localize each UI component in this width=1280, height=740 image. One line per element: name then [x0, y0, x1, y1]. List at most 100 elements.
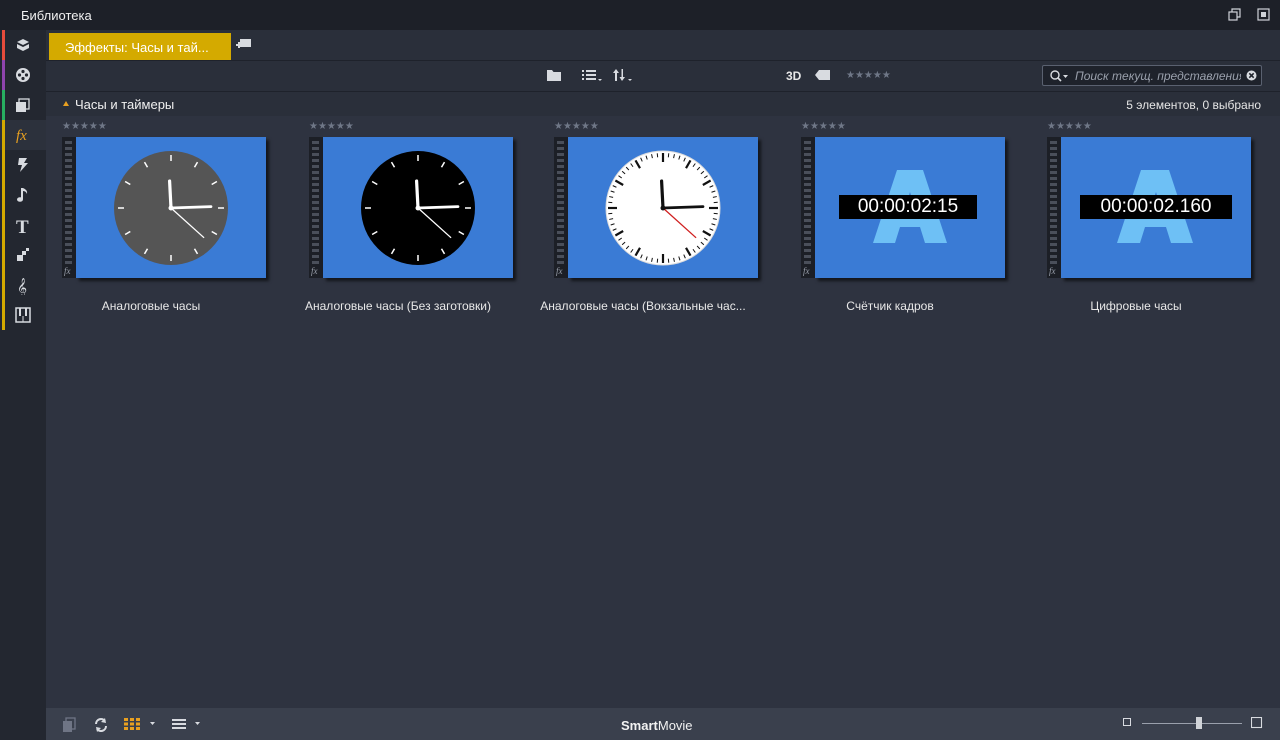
item-rating[interactable]: ★★★★★ — [62, 122, 107, 132]
item-thumbnail[interactable]: fx — [309, 137, 513, 280]
film-perforation — [804, 171, 811, 174]
fx-icon: fx — [1049, 266, 1056, 276]
film-perforation — [312, 219, 319, 222]
thumbnail-preview — [76, 137, 266, 278]
film-perforation — [1050, 255, 1057, 258]
grid-view-icon[interactable] — [124, 718, 156, 730]
library-item-frame-counter[interactable]: ★★★★★ fx 00:00:02:15 Счётчик кадров — [785, 122, 1005, 313]
sort-icon[interactable] — [612, 68, 634, 82]
tab-effects-clocks[interactable]: Эффекты: Часы и тай... — [49, 33, 231, 60]
view-list-icon[interactable] — [581, 68, 603, 82]
sidebar-item-titles[interactable]: T — [0, 210, 46, 240]
film-perforation — [804, 165, 811, 168]
filmstrip: fx — [801, 137, 815, 278]
search-input[interactable] — [1075, 67, 1241, 84]
clear-search-icon[interactable] — [1246, 70, 1257, 81]
3d-filter-button[interactable]: 3D — [786, 69, 801, 83]
smartmovie-button[interactable]: SmartMovie — [621, 718, 693, 733]
fx-icon: fx — [64, 266, 71, 276]
copy-icon[interactable] — [62, 717, 76, 733]
sidebar-color-bar — [2, 120, 5, 150]
small-thumbnails-icon[interactable] — [1123, 718, 1132, 727]
zoom-slider-handle[interactable] — [1196, 717, 1202, 729]
clock-face-icon — [361, 151, 475, 265]
sidebar-item-projects[interactable] — [0, 30, 46, 60]
item-rating[interactable]: ★★★★★ — [309, 122, 354, 132]
group-header[interactable]: Часы и таймеры 5 элементов, 0 выбрано — [46, 92, 1280, 116]
sidebar-item-media[interactable] — [0, 90, 46, 120]
restore-window-icon[interactable] — [1228, 8, 1241, 21]
film-perforation — [312, 249, 319, 252]
film-perforation — [557, 243, 564, 246]
large-thumbnails-icon[interactable] — [1251, 717, 1263, 729]
tag-icon[interactable] — [815, 69, 831, 81]
sidebar-color-bar — [2, 90, 5, 120]
menu-icon[interactable] — [172, 718, 204, 730]
sidebar-color-bar — [2, 300, 5, 330]
film-perforation — [557, 201, 564, 204]
item-rating[interactable]: ★★★★★ — [1047, 122, 1092, 132]
film-perforation — [1050, 153, 1057, 156]
stacked-media-icon — [16, 98, 30, 112]
film-perforation — [557, 171, 564, 174]
item-thumbnail[interactable]: fx 00:00:02:15 — [801, 137, 1005, 280]
fx-icon: fx — [803, 266, 810, 276]
item-thumbnail[interactable]: fx — [62, 137, 266, 280]
film-perforation — [804, 255, 811, 258]
film-perforation — [65, 219, 72, 222]
film-perforation — [312, 201, 319, 204]
rating-filter[interactable]: ★★★★★ — [846, 71, 891, 81]
item-thumbnail[interactable]: fx — [554, 137, 758, 280]
film-perforation — [804, 261, 811, 264]
film-perforation — [312, 231, 319, 234]
sidebar-color-bar — [2, 30, 5, 60]
search-box[interactable] — [1042, 65, 1262, 86]
undock-window-icon[interactable] — [1257, 8, 1270, 21]
film-perforation — [65, 207, 72, 210]
film-perforation — [312, 207, 319, 210]
sidebar-item-transitions[interactable] — [0, 150, 46, 180]
sidebar-item-scorefitter[interactable]: 𝄞 — [0, 270, 46, 300]
folder-icon[interactable] — [546, 68, 562, 82]
thumbnail-preview — [568, 137, 758, 278]
add-tab-icon[interactable] — [236, 38, 252, 51]
film-perforation — [312, 213, 319, 216]
item-rating[interactable]: ★★★★★ — [801, 122, 846, 132]
sidebar-item-effects[interactable]: fx — [0, 120, 46, 150]
item-rating[interactable]: ★★★★★ — [554, 122, 599, 132]
film-perforation — [312, 165, 319, 168]
filmstrip: fx — [309, 137, 323, 278]
film-reel-icon — [16, 68, 30, 82]
collapse-arrow-icon[interactable] — [63, 101, 69, 106]
library-content: Часы и таймеры 5 элементов, 0 выбрано ★★… — [46, 92, 1280, 708]
rating-stars[interactable]: ★★★★★ — [846, 71, 891, 81]
film-perforation — [804, 249, 811, 252]
bottom-bar: SmartMovie — [46, 708, 1280, 740]
search-icon[interactable] — [1049, 69, 1069, 83]
brand-rest: Movie — [657, 718, 693, 733]
sync-icon[interactable] — [93, 717, 109, 733]
clock-face-icon — [114, 151, 228, 265]
film-perforation — [557, 141, 564, 144]
film-perforation — [65, 165, 72, 168]
sidebar-item-montage[interactable] — [0, 240, 46, 270]
sidebar-color-bar — [2, 270, 5, 300]
film-perforation — [312, 177, 319, 180]
timecode-display: 00:00:02.160 — [1080, 195, 1232, 219]
sidebar-item-audio[interactable] — [0, 180, 46, 210]
film-perforation — [65, 177, 72, 180]
item-label: Аналоговые часы (Вокзальные час... — [540, 299, 746, 313]
zoom-slider-track[interactable] — [1142, 723, 1242, 724]
item-thumbnail[interactable]: fx 00:00:02.160 — [1047, 137, 1251, 280]
library-item-analog-clock-blank[interactable]: ★★★★★ fx Аналоговые часы (Без заготовки) — [293, 122, 513, 313]
film-perforation — [1050, 201, 1057, 204]
film-perforation — [804, 213, 811, 216]
film-perforation — [312, 171, 319, 174]
library-item-digital-clock[interactable]: ★★★★★ fx 00:00:02.160 Цифровые часы — [1031, 122, 1251, 313]
library-item-analog-clock[interactable]: ★★★★★ fx Аналоговые часы — [46, 122, 266, 313]
film-perforation — [1050, 207, 1057, 210]
item-label: Аналоговые часы (Без заготовки) — [305, 299, 491, 313]
library-item-analog-clock-station[interactable]: ★★★★★ fx Аналоговые часы (Вокзальные час… — [538, 122, 758, 313]
fx-icon: fx — [556, 266, 563, 276]
sidebar-item-video[interactable] — [0, 60, 46, 90]
